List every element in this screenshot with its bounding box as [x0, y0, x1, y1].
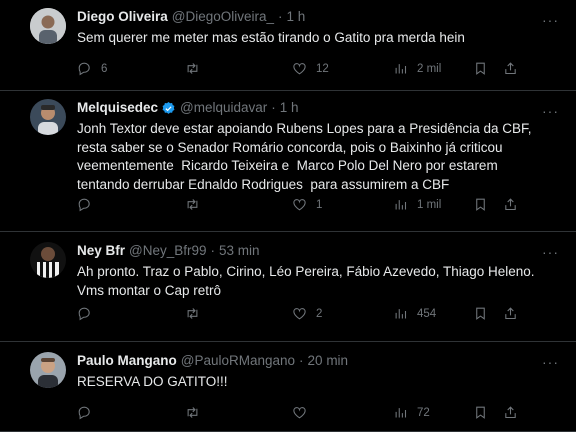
avatar[interactable]: [30, 242, 66, 278]
views-button[interactable]: 72: [393, 405, 473, 420]
separator-dot: ·: [299, 353, 304, 368]
separator-dot: ·: [278, 9, 283, 24]
reply-button[interactable]: [77, 197, 185, 212]
heart-icon: [293, 63, 306, 75]
retweet-icon: [187, 407, 198, 418]
share-icon: [505, 307, 516, 320]
bookmark-button[interactable]: [473, 306, 503, 321]
tweet[interactable]: Melquisedec @melquidavar · 1 h Jonh Text…: [0, 91, 576, 232]
author-handle[interactable]: @DiegoOliveira_: [172, 8, 274, 26]
retweet-button[interactable]: [185, 405, 292, 420]
author-name[interactable]: Paulo Mangano: [77, 352, 177, 370]
like-button[interactable]: 2: [292, 306, 393, 321]
tweet[interactable]: Ney Bfr @Ney_Bfr99 · 53 min Ah pronto. T…: [0, 232, 576, 342]
views-button[interactable]: 454: [393, 306, 473, 321]
like-count: 2: [316, 307, 323, 320]
avatar[interactable]: [30, 8, 66, 44]
reply-button[interactable]: 6: [77, 61, 185, 76]
timestamp[interactable]: 53 min: [219, 242, 260, 260]
share-button[interactable]: [503, 405, 518, 420]
share-icon: [505, 62, 516, 75]
reply-button[interactable]: [77, 405, 185, 420]
tweet-actions: 72: [77, 405, 556, 420]
views-chart-icon: [395, 309, 407, 319]
share-button[interactable]: [503, 197, 518, 212]
author-handle[interactable]: @melquidavar: [180, 99, 267, 117]
author-handle[interactable]: @PauloRMangano: [181, 352, 295, 370]
views-button[interactable]: 1 mil: [393, 197, 473, 212]
reply-icon: [78, 62, 90, 76]
bookmark-icon: [476, 62, 485, 75]
reply-icon: [78, 406, 90, 420]
tweet-text: Jonh Textor deve estar apoiando Rubens L…: [77, 121, 532, 192]
like-button[interactable]: 12: [292, 61, 393, 76]
views-chart-icon: [395, 64, 407, 74]
avatar[interactable]: [30, 99, 66, 135]
author-handle[interactable]: @Ney_Bfr99: [129, 242, 207, 260]
timeline-feed: Diego Oliveira @DiegoOliveira_ · 1 h Sem…: [0, 0, 576, 432]
separator-dot: ·: [271, 100, 276, 115]
avatar-photo: [30, 99, 66, 135]
retweet-icon: [187, 308, 198, 319]
like-button[interactable]: [292, 405, 393, 420]
like-count: 1: [316, 198, 323, 211]
timestamp[interactable]: 20 min: [308, 352, 349, 370]
views-button[interactable]: 2 mil: [393, 61, 473, 76]
tweet-text: Ah pronto. Traz o Pablo, Cirino, Léo Per…: [77, 264, 535, 298]
bookmark-button[interactable]: [473, 61, 503, 76]
tweet-text: RESERVA DO GATITO!!!: [77, 374, 228, 389]
timestamp[interactable]: 1 h: [287, 8, 306, 26]
share-button[interactable]: [503, 61, 518, 76]
verified-badge-icon[interactable]: [161, 101, 176, 116]
heart-icon: [293, 199, 306, 211]
share-icon: [505, 406, 516, 419]
bookmark-button[interactable]: [473, 197, 503, 212]
bookmark-icon: [476, 307, 485, 320]
view-count: 72: [417, 406, 430, 419]
tweet[interactable]: Diego Oliveira @DiegoOliveira_ · 1 h Sem…: [0, 0, 576, 91]
tweet-text: Sem querer me meter mas estão tirando o …: [77, 30, 465, 45]
author-name[interactable]: Ney Bfr: [77, 242, 125, 260]
tweet[interactable]: Paulo Mangano @PauloRMangano · 20 min RE…: [0, 342, 576, 432]
author-name[interactable]: Diego Oliveira: [77, 8, 168, 26]
more-options-icon[interactable]: ···: [542, 244, 559, 260]
retweet-button[interactable]: [185, 306, 292, 321]
heart-icon: [293, 308, 306, 320]
view-count: 454: [417, 307, 437, 320]
retweet-icon: [187, 63, 198, 74]
reply-button[interactable]: [77, 306, 185, 321]
like-count: 12: [316, 62, 329, 75]
reply-count: 6: [101, 62, 108, 75]
author-name[interactable]: Melquisedec: [77, 99, 158, 117]
view-count: 1 mil: [417, 198, 442, 211]
bookmark-button[interactable]: [473, 405, 503, 420]
tweet-actions: 6 12 2 mil: [77, 61, 556, 76]
tweet-actions: 1 1 mil: [77, 197, 556, 212]
separator-dot: ·: [210, 243, 216, 258]
share-button[interactable]: [503, 306, 518, 321]
more-options-icon[interactable]: ···: [542, 354, 559, 370]
bookmark-icon: [476, 406, 485, 419]
views-chart-icon: [395, 200, 407, 210]
avatar-photo: [30, 242, 66, 278]
more-options-icon[interactable]: ···: [542, 12, 559, 28]
reply-icon: [78, 198, 90, 212]
like-button[interactable]: 1: [292, 197, 393, 212]
retweet-button[interactable]: [185, 61, 292, 76]
views-chart-icon: [395, 408, 407, 418]
timestamp[interactable]: 1 h: [280, 99, 299, 117]
retweet-icon: [187, 199, 198, 210]
heart-icon: [293, 407, 306, 419]
more-options-icon[interactable]: ···: [542, 103, 559, 119]
avatar-photo: [30, 352, 66, 388]
retweet-button[interactable]: [185, 197, 292, 212]
tweet-actions: 2 454: [77, 306, 556, 321]
share-icon: [505, 198, 516, 211]
view-count: 2 mil: [417, 62, 442, 75]
bookmark-icon: [476, 198, 485, 211]
reply-icon: [78, 307, 90, 321]
avatar-photo: [30, 8, 66, 44]
avatar[interactable]: [30, 352, 66, 388]
